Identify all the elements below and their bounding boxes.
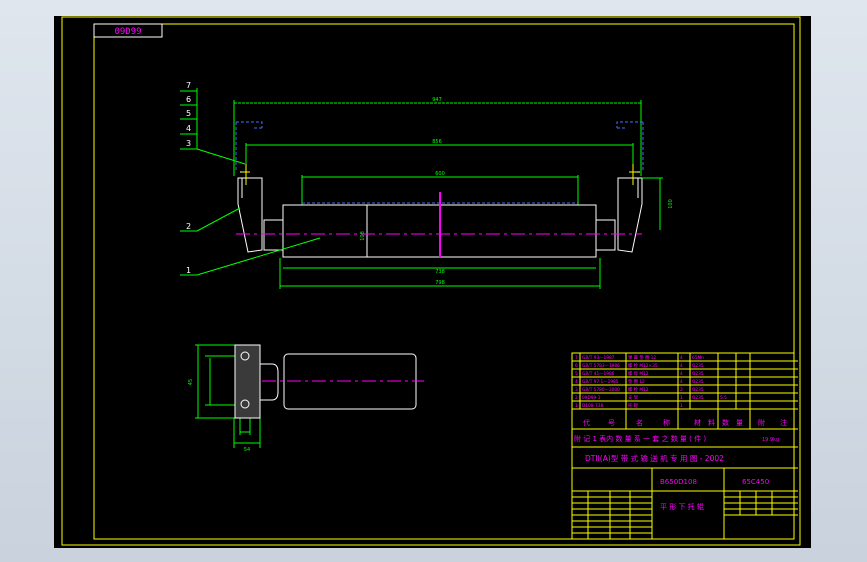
svg-text:量: 量	[736, 419, 743, 427]
parts-cell: 1	[680, 403, 683, 409]
parts-cell: 托 辊	[628, 402, 639, 409]
svg-text:料: 料	[708, 418, 715, 427]
svg-text:738: 738	[435, 269, 445, 275]
parts-cell: 4	[680, 379, 683, 385]
svg-text:6: 6	[186, 95, 191, 104]
parts-cell: 2	[575, 395, 578, 401]
dimension-diameter: 108	[360, 231, 366, 241]
parts-cell: 6	[575, 363, 578, 369]
parts-cell: 65Mn	[692, 355, 704, 361]
svg-text:2: 2	[186, 222, 191, 231]
parts-cell: Q235	[692, 395, 704, 401]
parts-cell: GB/T 97.1—1985	[582, 379, 619, 385]
svg-text:856: 856	[432, 139, 442, 145]
parts-cell: 3	[575, 387, 578, 393]
svg-text:代: 代	[583, 418, 590, 427]
svg-text:名: 名	[636, 418, 643, 427]
part-name: 平 形 下 托 辊	[660, 502, 704, 511]
svg-text:7: 7	[186, 81, 191, 90]
parts-cell: GB/T 5780—2000	[582, 387, 620, 393]
parts-cell: 螺 母 M12	[628, 370, 649, 377]
parts-cell: Q235	[692, 363, 704, 369]
svg-text:798: 798	[435, 280, 445, 286]
parts-cell: 螺 栓 M12×35	[628, 362, 658, 369]
parts-cell: GB/T 93—1987	[582, 355, 615, 361]
parts-cell: 09D99-1	[582, 395, 601, 401]
parts-cell: 弹 簧 垫 圈 12	[628, 354, 656, 361]
svg-text:947: 947	[432, 97, 442, 103]
parts-cell: 4	[680, 363, 683, 369]
drawing-code: 65C450	[742, 478, 769, 486]
svg-text:称: 称	[663, 418, 670, 427]
parts-cell: Q235	[692, 387, 704, 393]
svg-text:3: 3	[186, 139, 191, 148]
svg-text:附: 附	[758, 418, 765, 427]
parts-cell: GB/T 41—1986	[582, 371, 615, 377]
drawing-number: 09D99	[114, 27, 141, 37]
parts-cell: Q235	[692, 371, 704, 377]
table-note: 附 记 1 表内 数 量 系 一 套 之 数 量 ( 件 )	[574, 434, 706, 443]
parts-cell: D108-738	[582, 403, 604, 409]
svg-text:材: 材	[694, 418, 701, 427]
svg-text:600: 600	[435, 171, 445, 177]
svg-text:100: 100	[668, 199, 674, 209]
parts-cell: 垫 圈 12	[628, 378, 645, 385]
parts-cell: 4	[680, 371, 683, 377]
cad-drawing: 09D99 947 856 600 738 798 100 108 7 6 5 …	[54, 16, 811, 548]
cad-viewport: 09D99 947 856 600 738 798 100 108 7 6 5 …	[0, 0, 867, 562]
svg-text:4: 4	[186, 124, 191, 133]
parts-cell: 支 架	[628, 394, 639, 401]
parts-cell: 1	[575, 403, 578, 409]
svg-text:数: 数	[722, 418, 729, 427]
parts-cell: GB/T 5783—1986	[582, 363, 620, 369]
parts-cell: 螺 栓 M12	[628, 386, 649, 393]
side-height-dim: 45	[188, 379, 194, 385]
model-number: B650D108	[660, 478, 697, 486]
parts-cell: 2	[680, 387, 683, 393]
parts-cell: 5.5	[720, 395, 727, 401]
parts-cell: 4	[680, 355, 683, 361]
parts-cell: 4	[575, 379, 578, 385]
parts-cell: Q235	[692, 379, 704, 385]
svg-text:5: 5	[186, 109, 191, 118]
series-title: DTII(A)型 带 式 输 送 机 专 用 图 - 2002	[585, 453, 724, 463]
table-weight: 19.9kg	[762, 437, 779, 443]
svg-text:1: 1	[186, 266, 191, 275]
parts-cell: 7	[575, 355, 578, 361]
parts-cell: 5	[575, 371, 578, 377]
side-width-dim: 54	[244, 447, 250, 453]
parts-cell: 1	[680, 395, 683, 401]
svg-text:号: 号	[608, 419, 615, 427]
svg-text:注: 注	[780, 418, 787, 427]
